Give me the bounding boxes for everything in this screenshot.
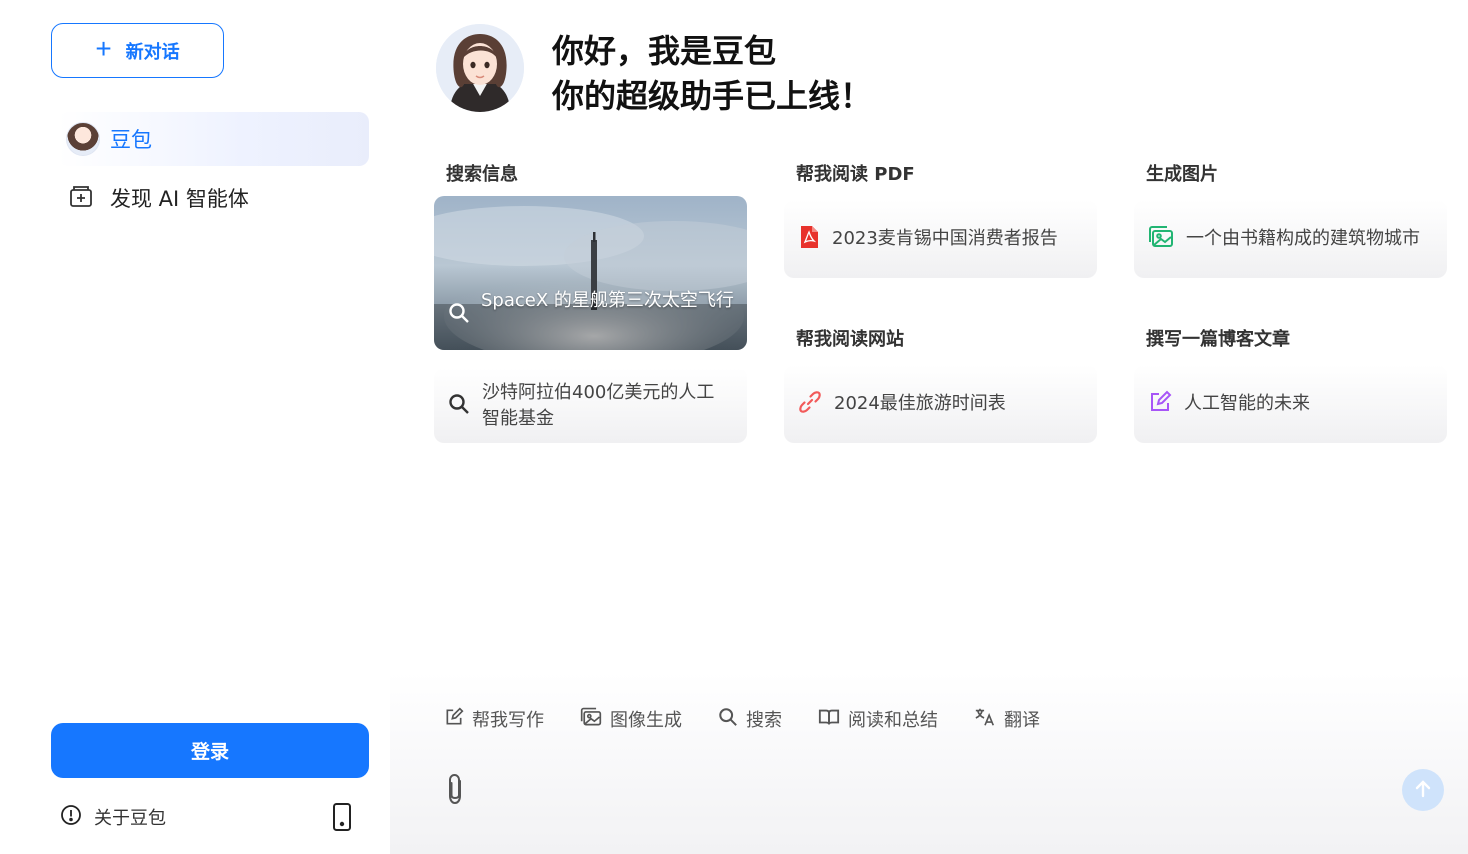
greeting-subtitle: 你的超级助手已上线！ (552, 77, 873, 115)
edit-icon (1148, 390, 1172, 418)
tool-image-button[interactable]: 图像生成 (580, 706, 682, 732)
tool-label: 帮我写作 (472, 710, 544, 731)
sidebar-item-label: 发现 AI 智能体 (110, 187, 249, 211)
mobile-phone-icon[interactable] (330, 802, 354, 832)
search-featured-card[interactable]: SpaceX 的星舰第三次太空飞行 (434, 196, 747, 350)
image-icon (580, 707, 602, 732)
tool-write-button[interactable]: 帮我写作 (444, 706, 544, 732)
blog-card[interactable]: 人工智能的未来 (1134, 365, 1447, 443)
attachment-paperclip-icon[interactable] (443, 772, 469, 806)
gen-image-card[interactable]: 一个由书籍构成的建筑物城市 (1134, 200, 1447, 278)
card-text: 2023麦肯锡中国消费者报告 (832, 228, 1058, 249)
book-icon (818, 707, 840, 732)
about-link[interactable]: 关于豆包 (60, 802, 166, 832)
card-text: 人工智能的未来 (1184, 393, 1310, 414)
featured-search-text: SpaceX 的星舰第三次太空飞行 (481, 290, 734, 311)
tool-label: 图像生成 (610, 710, 682, 731)
image-gallery-icon (1148, 226, 1174, 252)
link-icon (798, 390, 822, 418)
sidebar-item-discover[interactable]: 发现 AI 智能体 (68, 180, 249, 216)
doubao-avatar (66, 122, 100, 156)
about-label: 关于豆包 (94, 808, 166, 829)
card-text: 一个由书籍构成的建筑物城市 (1186, 228, 1420, 249)
chat-message-input[interactable] (484, 770, 1384, 810)
translate-icon (974, 706, 996, 733)
arrow-up-icon (1413, 779, 1433, 802)
tool-search-button[interactable]: 搜索 (718, 706, 782, 732)
edit-icon (444, 706, 464, 732)
rocket-launch-image (434, 196, 747, 350)
tool-translate-button[interactable]: 翻译 (974, 706, 1040, 733)
sidebar-item-label: 豆包 (110, 128, 152, 152)
login-button[interactable]: 登录 (51, 723, 369, 778)
search-icon (718, 707, 738, 732)
send-button[interactable] (1402, 769, 1444, 811)
search-suggestion-card[interactable]: 沙特阿拉伯400亿美元的人工智能基金 (434, 368, 747, 443)
section-title-blog: 撰写一篇博客文章 (1146, 329, 1290, 350)
tool-read-button[interactable]: 阅读和总结 (818, 706, 938, 732)
section-title-read-pdf: 帮我阅读 PDF (796, 164, 915, 185)
tool-label: 翻译 (1004, 710, 1040, 731)
new-chat-label: 新对话 (125, 41, 180, 62)
composer-toolbar: 帮我写作 图像生成 搜索 阅读和总结 翻译 (444, 702, 1040, 736)
agent-box-icon (68, 183, 94, 214)
sidebar: + 新对话 豆包 发现 AI 智能体 登录 关于豆包 (0, 0, 390, 854)
search-icon (448, 302, 470, 328)
section-title-read-site: 帮我阅读网站 (796, 329, 904, 350)
read-site-card[interactable]: 2024最佳旅游时间表 (784, 365, 1097, 443)
doubao-hero-avatar (436, 24, 524, 112)
pdf-icon (798, 225, 820, 253)
greeting-title: 你好，我是豆包 (552, 32, 777, 70)
card-text: 2024最佳旅游时间表 (834, 393, 1006, 414)
composer-panel (390, 672, 1468, 854)
section-title-search: 搜索信息 (446, 164, 518, 185)
plus-icon: + (95, 33, 112, 64)
sidebar-item-doubao[interactable]: 豆包 (58, 112, 369, 166)
info-icon (60, 804, 82, 831)
tool-label: 阅读和总结 (848, 710, 938, 731)
card-text: 沙特阿拉伯400亿美元的人工智能基金 (482, 381, 715, 429)
tool-label: 搜索 (746, 710, 782, 731)
read-pdf-card[interactable]: 2023麦肯锡中国消费者报告 (784, 200, 1097, 278)
search-icon (448, 393, 470, 419)
new-chat-button[interactable]: + 新对话 (51, 23, 224, 78)
section-title-gen-image: 生成图片 (1146, 164, 1218, 185)
